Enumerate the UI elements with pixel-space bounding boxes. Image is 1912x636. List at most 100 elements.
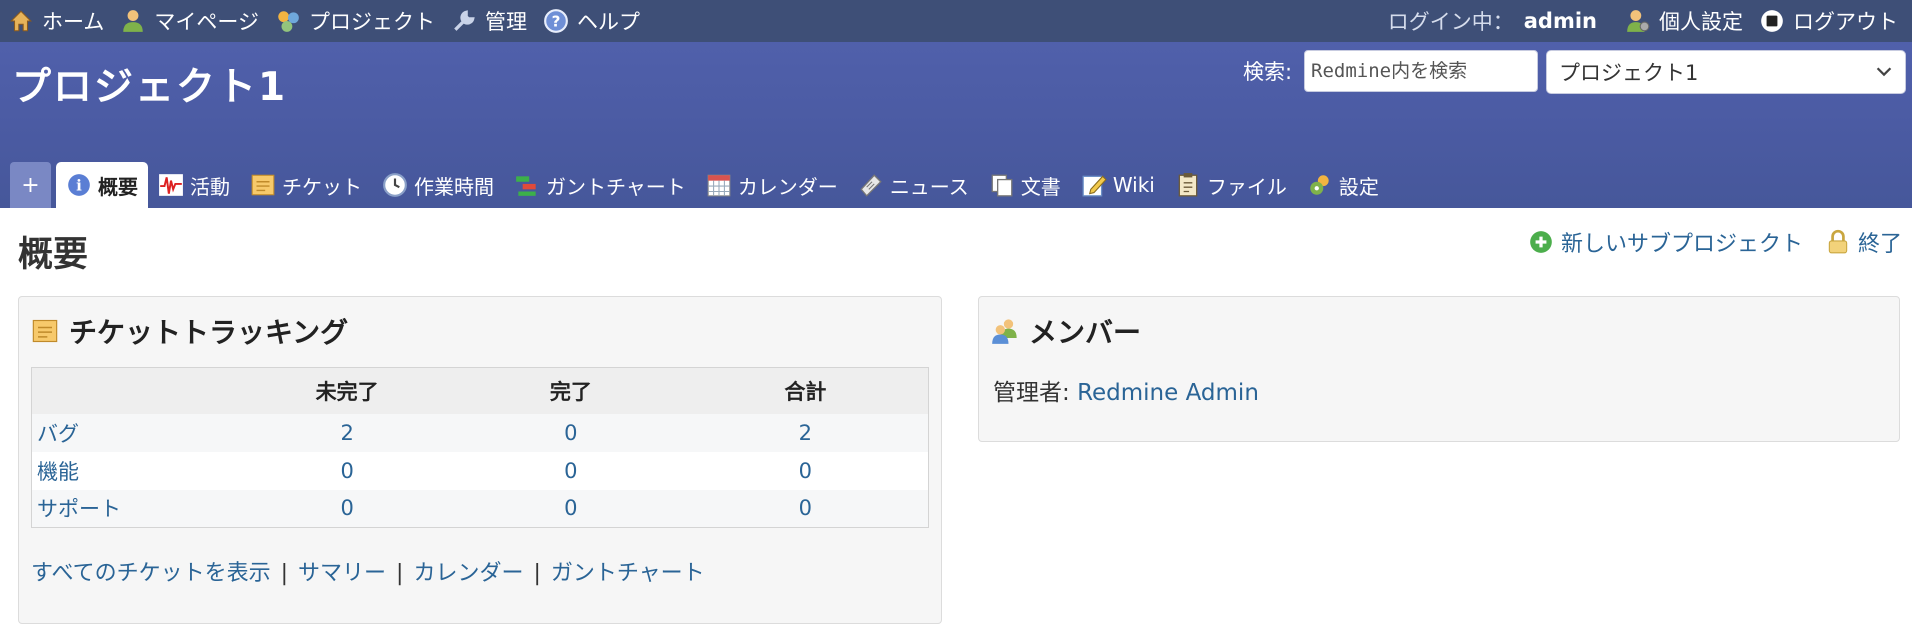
top-menu-projects[interactable]: プロジェクト xyxy=(275,6,435,36)
my-account-link[interactable]: 個人設定 xyxy=(1625,6,1743,36)
user-settings-icon xyxy=(1627,10,1650,32)
project-jump-select[interactable]: プロジェクト1 xyxy=(1546,50,1906,94)
clock-icon xyxy=(383,173,407,197)
tab-issues[interactable]: チケット xyxy=(240,162,372,208)
new-subproject-link[interactable]: 新しいサブプロジェクト xyxy=(1528,226,1803,258)
add-icon xyxy=(1530,231,1552,253)
view-all-issues-link[interactable]: すべてのチケットを表示 xyxy=(31,561,271,586)
issue-tracking-box: チケットトラッキング 未完了 完了 合計 バグ 2 0 2 機能 0 0 0 サ… xyxy=(18,296,942,624)
news-icon xyxy=(860,174,882,197)
gantt-icon xyxy=(516,176,536,196)
members-heading: メンバー xyxy=(991,311,1141,351)
top-menu-admin[interactable]: 管理 xyxy=(451,6,527,36)
settings-icon xyxy=(1310,175,1329,195)
tab-overview[interactable]: i 概要 xyxy=(56,162,148,208)
tab-settings[interactable]: 設定 xyxy=(1297,162,1389,208)
tab-wiki[interactable]: Wiki xyxy=(1071,162,1165,208)
main-menu: + i 概要 活動 チケット 作業時間 ガントチャート カレンダー ニュース 文… xyxy=(10,162,1389,208)
close-project-label: 終了 xyxy=(1857,232,1902,257)
link-separator: | xyxy=(533,561,541,586)
top-menu-my-page[interactable]: マイページ xyxy=(120,6,259,36)
tab-documents-label: 文書 xyxy=(1020,174,1061,199)
project-jump-value: プロジェクト1 xyxy=(1559,61,1699,85)
total-count-link[interactable]: 2 xyxy=(799,421,812,445)
lock-icon xyxy=(1828,229,1848,254)
summary-link[interactable]: サマリー xyxy=(298,561,386,586)
members-title: メンバー xyxy=(1029,316,1142,349)
tab-documents[interactable]: 文書 xyxy=(979,162,1071,208)
tab-activity[interactable]: 活動 xyxy=(148,162,240,208)
top-menu-admin-label: 管理 xyxy=(484,10,527,34)
issue-tracking-heading: チケットトラッキング xyxy=(31,311,348,351)
tracker-link[interactable]: バグ xyxy=(37,422,79,446)
svg-text:i: i xyxy=(76,176,82,194)
tab-news[interactable]: ニュース xyxy=(848,162,979,208)
projects-icon xyxy=(278,11,299,32)
member-role: 管理者: xyxy=(993,380,1070,406)
open-count-link[interactable]: 0 xyxy=(340,459,353,483)
members-box: メンバー 管理者: Redmine Admin xyxy=(978,296,1900,442)
tab-news-label: ニュース xyxy=(889,174,969,199)
table-header xyxy=(31,367,236,414)
logged-as-label: ログイン中： xyxy=(1387,10,1514,34)
page-title: 概要 xyxy=(18,235,89,275)
closed-count-link[interactable]: 0 xyxy=(564,421,577,445)
close-project-link[interactable]: 終了 xyxy=(1825,226,1902,258)
total-count-link[interactable]: 0 xyxy=(799,459,812,483)
contextual-actions: 新しいサブプロジェクト 終了 xyxy=(1506,226,1902,258)
documents-icon xyxy=(991,174,1013,197)
chevron-down-icon xyxy=(1876,67,1892,77)
table-header-row: 未完了 完了 合計 xyxy=(31,367,929,414)
home-icon xyxy=(9,10,33,32)
top-menu-my-page-label: マイページ xyxy=(154,10,259,34)
user-icon xyxy=(123,10,144,32)
logout-label: ログアウト xyxy=(1793,10,1898,34)
member-user-link[interactable]: Redmine Admin xyxy=(1077,380,1259,406)
help-icon: ? xyxy=(544,9,568,33)
tab-time-entries[interactable]: 作業時間 xyxy=(372,162,504,208)
issue-tracking-links: すべてのチケットを表示 | サマリー | カレンダー | ガントチャート xyxy=(31,555,705,587)
issue-tracking-table: 未完了 完了 合計 バグ 2 0 2 機能 0 0 0 サポート 0 0 0 xyxy=(31,367,929,528)
gantt-link[interactable]: ガントチャート xyxy=(551,561,705,586)
total-count-link[interactable]: 0 xyxy=(799,496,812,520)
closed-count-link[interactable]: 0 xyxy=(564,459,577,483)
tab-files[interactable]: ファイル xyxy=(1165,162,1297,208)
search-label: 検索: xyxy=(1243,60,1293,84)
wiki-icon xyxy=(1082,175,1107,197)
top-menu-home-label: ホーム xyxy=(42,10,105,34)
tab-calendar[interactable]: カレンダー xyxy=(696,162,848,208)
table-row: バグ 2 0 2 xyxy=(31,413,929,452)
table-row: サポート 0 0 0 xyxy=(31,489,929,528)
tab-activity-label: 活動 xyxy=(190,174,230,199)
calendar-icon xyxy=(707,174,731,197)
top-menu-help-label: ヘルプ xyxy=(576,10,640,34)
activity-icon xyxy=(159,174,183,196)
tab-issues-label: チケット xyxy=(282,174,362,199)
new-subproject-label: 新しいサブプロジェクト xyxy=(1560,232,1803,257)
top-menu-help[interactable]: ? ヘルプ xyxy=(543,6,640,36)
tracker-link[interactable]: サポート xyxy=(37,497,121,521)
logout-icon xyxy=(1761,10,1783,32)
logout-link[interactable]: ログアウト xyxy=(1759,6,1898,36)
tab-wiki-label: Wiki xyxy=(1112,173,1155,197)
closed-count-link[interactable]: 0 xyxy=(564,496,577,520)
tracker-link[interactable]: 機能 xyxy=(37,460,79,484)
open-count-link[interactable]: 0 xyxy=(340,496,353,520)
members-line: 管理者: Redmine Admin xyxy=(993,373,1259,407)
search-input[interactable] xyxy=(1304,50,1538,92)
admin-wrench-icon xyxy=(454,10,475,31)
project-title: プロジェクト1 xyxy=(12,65,288,110)
calendar-link[interactable]: カレンダー xyxy=(413,561,523,586)
members-icon xyxy=(992,319,1017,344)
new-object-button[interactable]: + xyxy=(10,162,51,208)
tab-time-entries-label: 作業時間 xyxy=(414,174,494,199)
tab-gantt[interactable]: ガントチャート xyxy=(504,162,696,208)
top-menu-home[interactable]: ホーム xyxy=(8,6,104,36)
logged-in-user-link[interactable]: admin xyxy=(1524,9,1597,33)
ticket-icon xyxy=(251,174,275,196)
tab-calendar-label: カレンダー xyxy=(737,174,838,199)
table-header: 合計 xyxy=(682,367,929,414)
open-count-link[interactable]: 2 xyxy=(340,421,353,445)
table-header: 完了 xyxy=(459,367,683,414)
my-account-label: 個人設定 xyxy=(1659,10,1743,34)
